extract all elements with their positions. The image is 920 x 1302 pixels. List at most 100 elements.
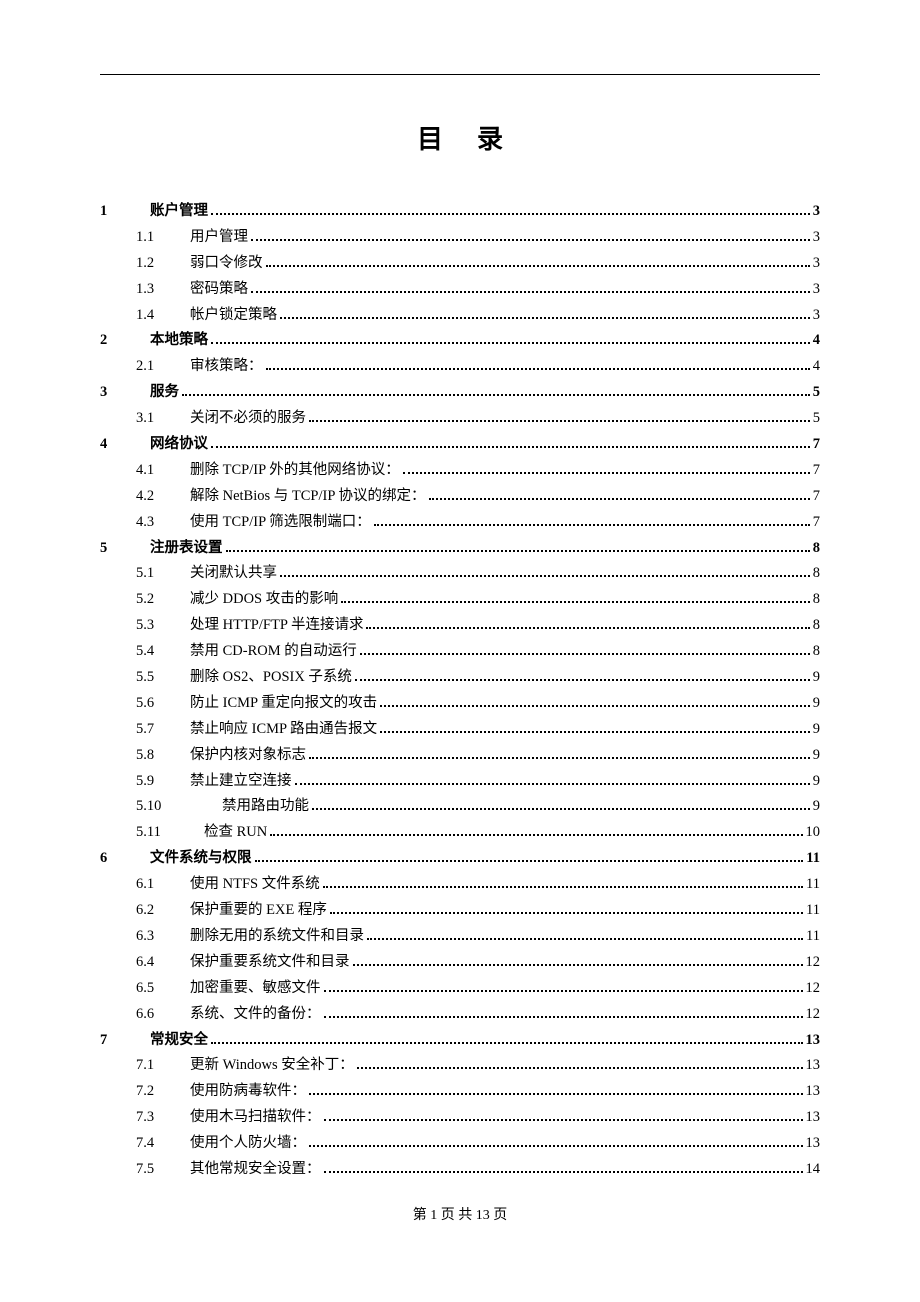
toc-entry[interactable]: 4网络协议7 (100, 437, 820, 452)
toc-section-label: 注册表设置 (150, 541, 223, 556)
toc-entry[interactable]: 5.6防止 ICMP 重定向报文的攻击9 (100, 696, 820, 711)
toc-entry[interactable]: 5.4禁用 CD-ROM 的自动运行8 (100, 644, 820, 659)
toc-subsection-label: 禁止响应 ICMP 路由通告报文 (190, 722, 377, 737)
toc-section-number: 6 (100, 851, 150, 866)
toc-entry[interactable]: 1.2弱口令修改3 (100, 256, 820, 271)
toc-entry[interactable]: 5.3处理 HTTP/FTP 半连接请求8 (100, 618, 820, 633)
toc-subsection-number: 7.1 (136, 1058, 190, 1073)
toc-entry[interactable]: 5.2减少 DDOS 攻击的影响8 (100, 592, 820, 607)
toc-entry[interactable]: 6.4保护重要系统文件和目录12 (100, 955, 820, 970)
toc-subsection-label: 使用个人防火墙： (190, 1136, 306, 1151)
toc-entry[interactable]: 3服务5 (100, 385, 820, 400)
toc-section-label: 服务 (150, 385, 179, 400)
toc-entry[interactable]: 5.11检查 RUN10 (100, 825, 820, 840)
toc-leader (367, 930, 803, 940)
toc-entry[interactable]: 1.1用户管理3 (100, 230, 820, 245)
toc-entry[interactable]: 5.5删除 OS2、POSIX 子系统9 (100, 670, 820, 685)
toc-entry[interactable]: 7.3使用木马扫描软件：13 (100, 1110, 820, 1125)
toc-leader (211, 334, 810, 344)
toc-entry[interactable]: 7.4使用个人防火墙：13 (100, 1136, 820, 1151)
toc-page-number: 9 (813, 799, 820, 814)
toc-entry[interactable]: 7.2使用防病毒软件：13 (100, 1084, 820, 1099)
toc-page-number: 11 (806, 851, 820, 866)
toc-leader (380, 723, 810, 733)
toc-page-number: 3 (813, 282, 820, 297)
toc-subsection-number: 7.5 (136, 1162, 190, 1177)
toc-subsection-label: 解除 NetBios 与 TCP/IP 协议的绑定： (190, 489, 426, 504)
toc-entry[interactable]: 6.1使用 NTFS 文件系统11 (100, 877, 820, 892)
toc-entry[interactable]: 5.8保护内核对象标志9 (100, 748, 820, 763)
toc-leader (324, 982, 803, 992)
toc-leader (323, 878, 803, 888)
toc-page-number: 9 (813, 748, 820, 763)
toc-leader (366, 619, 809, 629)
toc-section-label: 文件系统与权限 (150, 851, 252, 866)
toc-subsection-number: 5.10 (136, 799, 204, 814)
toc-entry[interactable]: 2.1审核策略：4 (100, 359, 820, 374)
toc-section-number: 4 (100, 437, 150, 452)
toc-subsection-number: 2.1 (136, 359, 190, 374)
toc-entry[interactable]: 5.1关闭默认共享8 (100, 566, 820, 581)
footer-mid: 页 共 (437, 1208, 476, 1223)
toc-subsection-number: 4.2 (136, 489, 190, 504)
toc-subsection-number: 6.2 (136, 903, 190, 918)
page-footer: 第 1 页 共 13 页 (0, 1204, 920, 1224)
toc-entry[interactable]: 2本地策略4 (100, 333, 820, 348)
toc-entry[interactable]: 5.9禁止建立空连接9 (100, 774, 820, 789)
toc-entry[interactable]: 3.1关闭不必须的服务5 (100, 411, 820, 426)
toc-entry[interactable]: 6.6系统、文件的备份：12 (100, 1007, 820, 1022)
toc-subsection-number: 5.1 (136, 566, 190, 581)
toc-leader (255, 852, 804, 862)
toc-subsection-label: 保护重要系统文件和目录 (190, 955, 350, 970)
toc-page-number: 12 (806, 955, 821, 970)
toc-subsection-number: 5.7 (136, 722, 190, 737)
toc-leader (429, 490, 810, 500)
toc-entry[interactable]: 5注册表设置8 (100, 541, 820, 556)
toc-leader (280, 308, 810, 318)
toc-page-number: 5 (813, 385, 820, 400)
toc-entry[interactable]: 6.3删除无用的系统文件和目录11 (100, 929, 820, 944)
toc-leader (182, 386, 810, 396)
toc-entry[interactable]: 5.10禁用路由功能9 (100, 799, 820, 814)
toc-entry[interactable]: 4.1删除 TCP/IP 外的其他网络协议：7 (100, 463, 820, 478)
toc-entry[interactable]: 1.4帐户锁定策略3 (100, 308, 820, 323)
toc-entry[interactable]: 6文件系统与权限 11 (100, 851, 820, 866)
toc-entry[interactable]: 7常规安全13 (100, 1033, 820, 1048)
toc-page-number: 13 (806, 1110, 821, 1125)
footer-prefix: 第 (413, 1208, 431, 1223)
toc-entry[interactable]: 1.3密码策略3 (100, 282, 820, 297)
toc-entry[interactable]: 1账户管理3 (100, 204, 820, 219)
toc-leader (324, 1007, 803, 1017)
toc-subsection-number: 1.4 (136, 308, 190, 323)
toc-subsection-label: 删除无用的系统文件和目录 (190, 929, 364, 944)
toc-subsection-number: 5.2 (136, 592, 190, 607)
toc-leader (374, 516, 810, 526)
toc-leader (341, 593, 810, 603)
toc-leader (309, 412, 810, 422)
toc-page-number: 12 (806, 1007, 821, 1022)
toc-page-number: 11 (806, 903, 820, 918)
toc-entry[interactable]: 6.5加密重要、敏感文件12 (100, 981, 820, 996)
toc-entry[interactable]: 4.2解除 NetBios 与 TCP/IP 协议的绑定：7 (100, 489, 820, 504)
toc-entry[interactable]: 7.5其他常规安全设置：14 (100, 1162, 820, 1177)
toc-leader (312, 800, 810, 810)
toc-page-number: 9 (813, 670, 820, 685)
toc-section-label: 本地策略 (150, 333, 208, 348)
toc-subsection-label: 保护重要的 EXE 程序 (190, 903, 327, 918)
toc-leader (266, 257, 810, 267)
toc-entry[interactable]: 4.3使用 TCP/IP 筛选限制端口：7 (100, 515, 820, 530)
toc-section-label: 网络协议 (150, 437, 208, 452)
toc-leader (295, 774, 810, 784)
toc-page-number: 7 (813, 515, 820, 530)
footer-total-pages: 13 (476, 1208, 490, 1223)
toc-subsection-number: 1.3 (136, 282, 190, 297)
toc-page-number: 8 (813, 566, 820, 581)
toc-subsection-label: 加密重要、敏感文件 (190, 981, 321, 996)
toc-subsection-number: 5.4 (136, 644, 190, 659)
toc-entry[interactable]: 6.2保护重要的 EXE 程序 11 (100, 903, 820, 918)
toc-entry[interactable]: 5.7禁止响应 ICMP 路由通告报文9 (100, 722, 820, 737)
toc-page-number: 3 (813, 230, 820, 245)
toc-subsection-number: 6.1 (136, 877, 190, 892)
toc-entry[interactable]: 7.1更新 Windows 安全补丁：13 (100, 1058, 820, 1073)
toc-leader (324, 1111, 803, 1121)
